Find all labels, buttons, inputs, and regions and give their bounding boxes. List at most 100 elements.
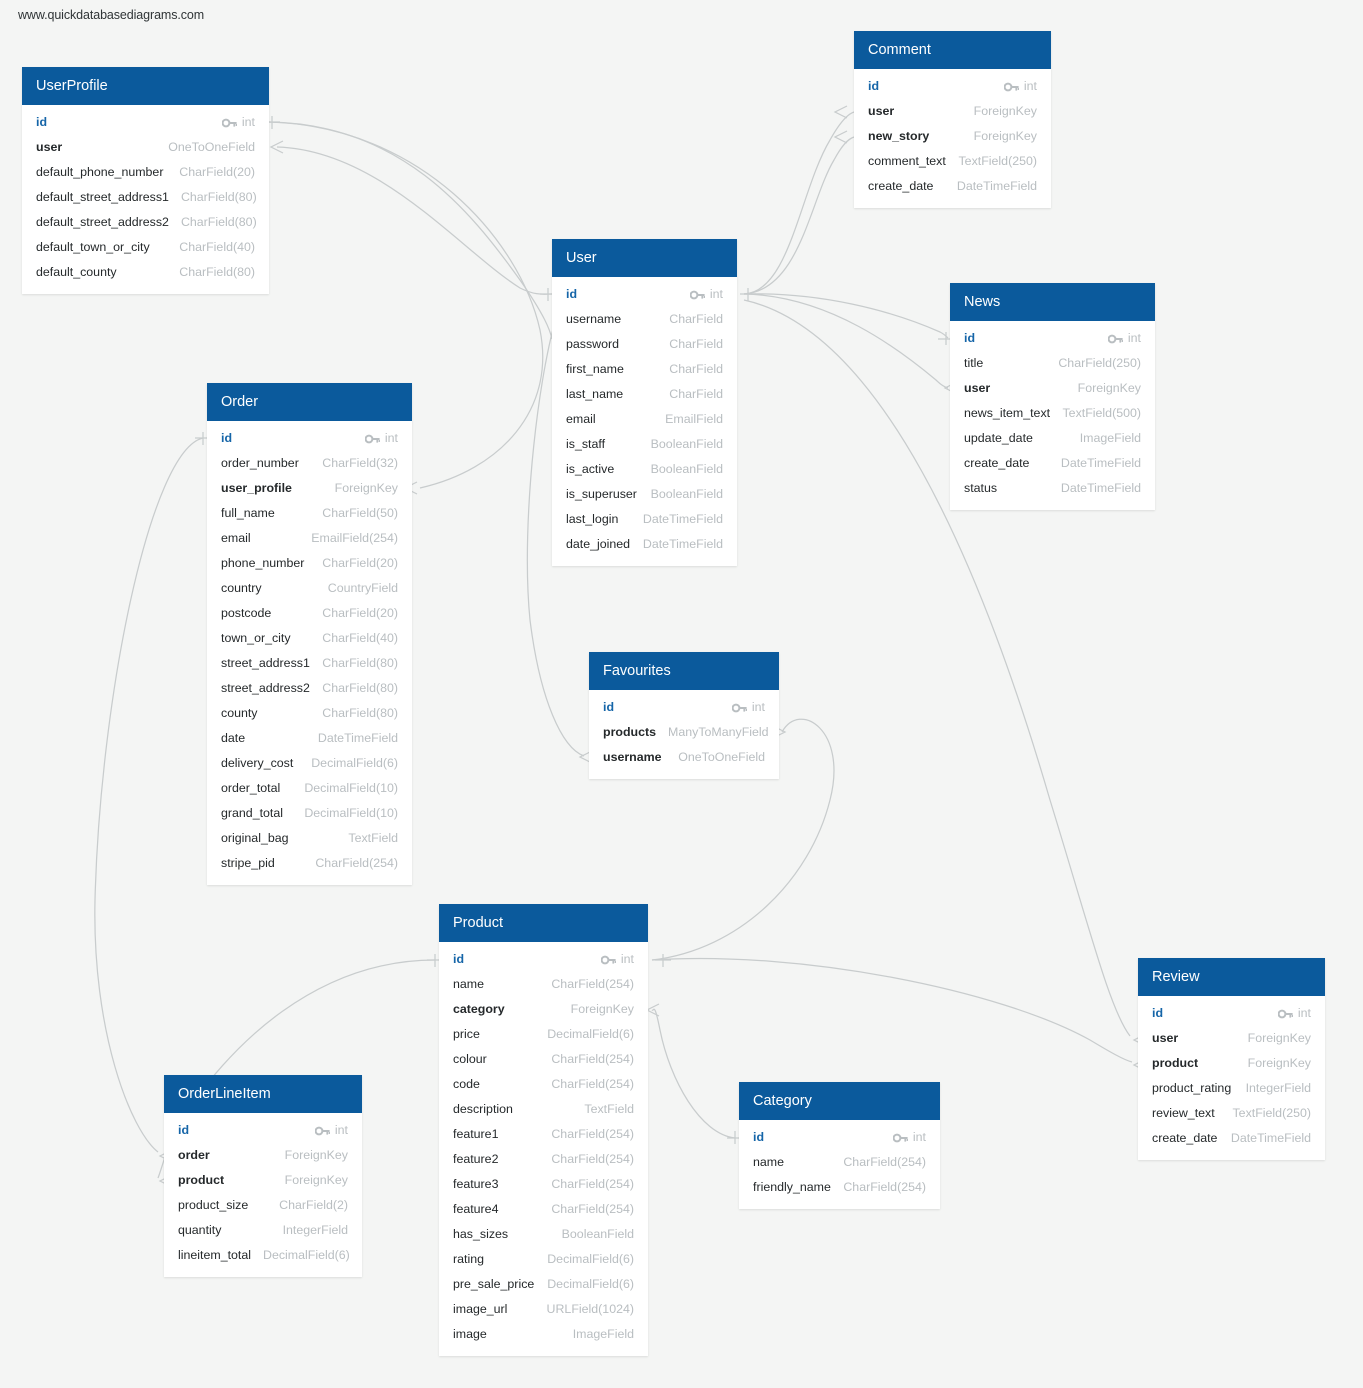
- entity-table-orderlineitem[interactable]: OrderLineItem id int order ForeignKey product…: [164, 1075, 362, 1277]
- column-row[interactable]: postcode CharField(20): [207, 601, 412, 626]
- column-row[interactable]: id int: [552, 282, 737, 307]
- column-row[interactable]: street_address2 CharField(80): [207, 676, 412, 701]
- column-row[interactable]: default_street_address2 CharField(80): [22, 210, 269, 235]
- column-row[interactable]: id int: [589, 695, 779, 720]
- column-row[interactable]: feature3 CharField(254): [439, 1172, 648, 1197]
- column-row[interactable]: town_or_city CharField(40): [207, 626, 412, 651]
- column-row[interactable]: feature4 CharField(254): [439, 1197, 648, 1222]
- entity-table-title-user[interactable]: User: [552, 239, 737, 277]
- entity-table-title-order[interactable]: Order: [207, 383, 412, 421]
- column-row[interactable]: product_rating IntegerField: [1138, 1076, 1325, 1101]
- column-row[interactable]: title CharField(250): [950, 351, 1155, 376]
- column-row[interactable]: user ForeignKey: [1138, 1026, 1325, 1051]
- column-row[interactable]: name CharField(254): [439, 972, 648, 997]
- column-row[interactable]: comment_text TextField(250): [854, 149, 1051, 174]
- column-row[interactable]: user ForeignKey: [950, 376, 1155, 401]
- entity-table-order[interactable]: Order id int order_number CharField(32) user_…: [207, 383, 412, 885]
- column-row[interactable]: products ManyToManyField: [589, 720, 779, 745]
- entity-table-title-orderlineitem[interactable]: OrderLineItem: [164, 1075, 362, 1113]
- column-row[interactable]: update_date ImageField: [950, 426, 1155, 451]
- column-row[interactable]: order_number CharField(32): [207, 451, 412, 476]
- column-row[interactable]: county CharField(80): [207, 701, 412, 726]
- column-row[interactable]: id int: [739, 1125, 940, 1150]
- entity-table-comment[interactable]: Comment id int user ForeignKey new_story Forei…: [854, 31, 1051, 208]
- column-row[interactable]: default_town_or_city CharField(40): [22, 235, 269, 260]
- entity-table-category[interactable]: Category id int name CharField(254) friendly_…: [739, 1082, 940, 1209]
- column-row[interactable]: user_profile ForeignKey: [207, 476, 412, 501]
- column-row[interactable]: country CountryField: [207, 576, 412, 601]
- column-row[interactable]: order ForeignKey: [164, 1143, 362, 1168]
- column-row[interactable]: grand_total DecimalField(10): [207, 801, 412, 826]
- entity-table-favourites[interactable]: Favourites id int products ManyToManyField us…: [589, 652, 779, 779]
- column-row[interactable]: is_staff BooleanField: [552, 432, 737, 457]
- column-row[interactable]: new_story ForeignKey: [854, 124, 1051, 149]
- column-row[interactable]: rating DecimalField(6): [439, 1247, 648, 1272]
- column-row[interactable]: is_active BooleanField: [552, 457, 737, 482]
- column-row[interactable]: id int: [950, 326, 1155, 351]
- entity-table-userprofile[interactable]: UserProfile id int user OneToOneField default…: [22, 67, 269, 294]
- column-row[interactable]: last_name CharField: [552, 382, 737, 407]
- column-row[interactable]: user OneToOneField: [22, 135, 269, 160]
- entity-table-title-news[interactable]: News: [950, 283, 1155, 321]
- column-row[interactable]: stripe_pid CharField(254): [207, 851, 412, 876]
- column-row[interactable]: description TextField: [439, 1097, 648, 1122]
- column-row[interactable]: image_url URLField(1024): [439, 1297, 648, 1322]
- column-row[interactable]: date DateTimeField: [207, 726, 412, 751]
- column-row[interactable]: email EmailField: [552, 407, 737, 432]
- entity-table-title-category[interactable]: Category: [739, 1082, 940, 1120]
- column-row[interactable]: first_name CharField: [552, 357, 737, 382]
- column-row[interactable]: image ImageField: [439, 1322, 648, 1347]
- column-row[interactable]: id int: [854, 74, 1051, 99]
- column-row[interactable]: news_item_text TextField(500): [950, 401, 1155, 426]
- entity-table-product[interactable]: Product id int name CharField(254) category Fo…: [439, 904, 648, 1356]
- column-row[interactable]: order_total DecimalField(10): [207, 776, 412, 801]
- entity-table-user[interactable]: User id int username CharField password CharFi…: [552, 239, 737, 566]
- column-row[interactable]: username CharField: [552, 307, 737, 332]
- column-row[interactable]: id int: [164, 1118, 362, 1143]
- column-row[interactable]: id int: [1138, 1001, 1325, 1026]
- column-row[interactable]: id int: [439, 947, 648, 972]
- column-row[interactable]: default_street_address1 CharField(80): [22, 185, 269, 210]
- column-row[interactable]: friendly_name CharField(254): [739, 1175, 940, 1200]
- column-row[interactable]: delivery_cost DecimalField(6): [207, 751, 412, 776]
- entity-table-title-userprofile[interactable]: UserProfile: [22, 67, 269, 105]
- entity-table-title-product[interactable]: Product: [439, 904, 648, 942]
- entity-table-title-favourites[interactable]: Favourites: [589, 652, 779, 690]
- column-row[interactable]: name CharField(254): [739, 1150, 940, 1175]
- column-row[interactable]: price DecimalField(6): [439, 1022, 648, 1047]
- column-row[interactable]: create_date DateTimeField: [1138, 1126, 1325, 1151]
- column-row[interactable]: original_bag TextField: [207, 826, 412, 851]
- column-row[interactable]: status DateTimeField: [950, 476, 1155, 501]
- column-row[interactable]: password CharField: [552, 332, 737, 357]
- column-row[interactable]: phone_number CharField(20): [207, 551, 412, 576]
- column-row[interactable]: date_joined DateTimeField: [552, 532, 737, 557]
- column-row[interactable]: create_date DateTimeField: [854, 174, 1051, 199]
- column-row[interactable]: pre_sale_price DecimalField(6): [439, 1272, 648, 1297]
- column-row[interactable]: default_phone_number CharField(20): [22, 160, 269, 185]
- column-row[interactable]: user ForeignKey: [854, 99, 1051, 124]
- column-row[interactable]: create_date DateTimeField: [950, 451, 1155, 476]
- column-row[interactable]: product ForeignKey: [164, 1168, 362, 1193]
- column-row[interactable]: product_size CharField(2): [164, 1193, 362, 1218]
- column-row[interactable]: full_name CharField(50): [207, 501, 412, 526]
- column-row[interactable]: code CharField(254): [439, 1072, 648, 1097]
- entity-table-news[interactable]: News id int title CharField(250) user ForeignK…: [950, 283, 1155, 510]
- column-row[interactable]: feature1 CharField(254): [439, 1122, 648, 1147]
- column-row[interactable]: street_address1 CharField(80): [207, 651, 412, 676]
- column-row[interactable]: colour CharField(254): [439, 1047, 648, 1072]
- entity-table-review[interactable]: Review id int user ForeignKey product ForeignK…: [1138, 958, 1325, 1160]
- column-row[interactable]: last_login DateTimeField: [552, 507, 737, 532]
- column-row[interactable]: is_superuser BooleanField: [552, 482, 737, 507]
- diagram-canvas[interactable]: www.quickdatabasediagrams.com UserProfil…: [0, 0, 1363, 1388]
- column-row[interactable]: email EmailField(254): [207, 526, 412, 551]
- column-row[interactable]: id int: [207, 426, 412, 451]
- column-row[interactable]: default_county CharField(80): [22, 260, 269, 285]
- entity-table-title-review[interactable]: Review: [1138, 958, 1325, 996]
- column-row[interactable]: has_sizes BooleanField: [439, 1222, 648, 1247]
- column-row[interactable]: product ForeignKey: [1138, 1051, 1325, 1076]
- column-row[interactable]: username OneToOneField: [589, 745, 779, 770]
- column-row[interactable]: id int: [22, 110, 269, 135]
- column-row[interactable]: category ForeignKey: [439, 997, 648, 1022]
- column-row[interactable]: quantity IntegerField: [164, 1218, 362, 1243]
- column-row[interactable]: lineitem_total DecimalField(6): [164, 1243, 362, 1268]
